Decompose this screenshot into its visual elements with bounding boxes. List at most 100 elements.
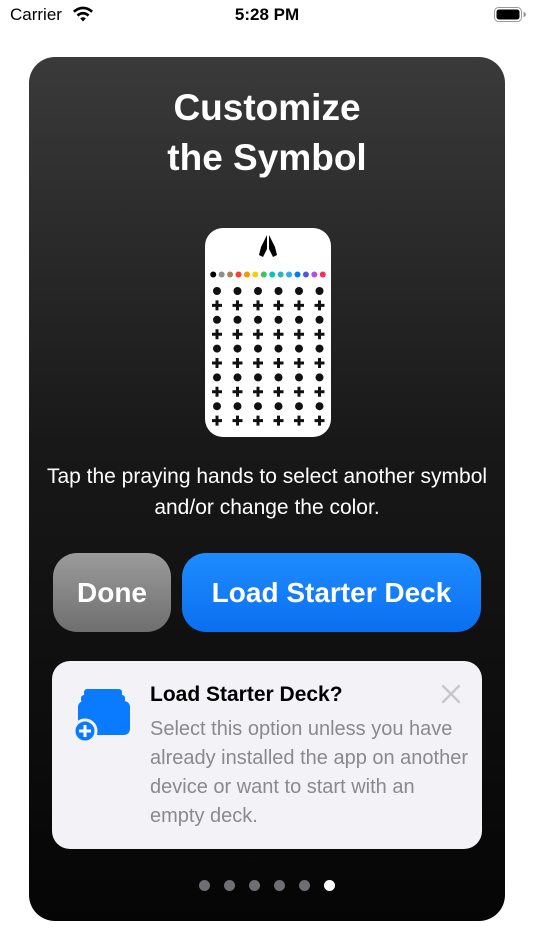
color-swatch (294, 271, 301, 278)
symbol-glyph (253, 358, 263, 368)
color-swatch (235, 271, 242, 278)
symbol-glyph (253, 300, 263, 311)
symbol-glyph (295, 373, 303, 382)
color-palette (210, 271, 326, 278)
symbol-glyph (273, 358, 284, 368)
symbol-glyph (232, 415, 243, 426)
symbol-glyph (232, 300, 243, 311)
symbol-glyph (314, 386, 325, 397)
close-icon[interactable] (440, 683, 462, 705)
symbol-glyph (315, 373, 324, 382)
page-dot[interactable] (224, 880, 235, 891)
symbol-glyph (314, 415, 325, 426)
praying-hands-icon (259, 235, 277, 257)
color-swatch (227, 271, 234, 278)
symbol-glyph (273, 329, 284, 340)
symbol-glyph (254, 315, 262, 324)
symbol-glyph (212, 386, 222, 397)
symbol-glyph (315, 344, 324, 353)
symbol-glyph (294, 358, 304, 368)
color-swatch (311, 271, 318, 278)
symbol-glyph (273, 415, 284, 426)
symbol-glyph (254, 373, 262, 382)
symbol-glyph (253, 386, 263, 397)
tip-popover: Load Starter Deck? Select this option un… (52, 661, 482, 849)
color-swatch (260, 271, 267, 278)
symbol-glyph (233, 402, 242, 411)
done-button[interactable]: Done (53, 553, 171, 632)
symbol-glyph (315, 287, 324, 295)
symbol-glyph (233, 287, 242, 295)
symbol-glyph (212, 415, 222, 426)
color-swatch (269, 271, 276, 278)
symbol-glyph (274, 373, 283, 382)
symbol-glyph (295, 315, 303, 324)
symbol-glyph (294, 386, 304, 397)
symbol-glyph (253, 415, 263, 426)
symbol-glyph (213, 402, 221, 411)
symbol-picker-preview (205, 228, 331, 437)
symbol-glyph (233, 315, 242, 324)
symbol-glyph (314, 358, 325, 368)
color-swatch (302, 271, 309, 278)
color-swatch (210, 271, 217, 278)
page-dot[interactable] (324, 880, 335, 891)
symbol-glyph (294, 415, 304, 426)
status-bar: Carrier 5:28 PM (0, 0, 534, 32)
symbol-glyph (232, 329, 243, 340)
page-indicator[interactable] (29, 880, 505, 891)
symbol-glyph (295, 344, 303, 353)
load-starter-deck-button[interactable]: Load Starter Deck (182, 553, 481, 632)
symbol-glyph (254, 402, 262, 411)
symbol-glyph (213, 315, 221, 324)
symbol-glyph (315, 402, 324, 411)
title-line-1: Customize (173, 87, 361, 128)
symbol-glyph (273, 386, 284, 397)
symbol-glyph (295, 402, 303, 411)
page-dot[interactable] (299, 880, 310, 891)
symbol-glyph (294, 300, 304, 311)
symbol-glyph (314, 300, 325, 311)
page-dot[interactable] (274, 880, 285, 891)
symbol-glyph (213, 373, 221, 382)
stacked-cards-add-icon (72, 689, 130, 743)
page-dot[interactable] (199, 880, 210, 891)
battery-icon (494, 7, 526, 22)
symbol-glyph (274, 344, 283, 353)
symbol-glyph (273, 300, 284, 311)
page-dot[interactable] (249, 880, 260, 891)
symbol-glyph (295, 287, 303, 295)
page-title: Customize the Symbol (29, 83, 505, 183)
symbol-glyph (315, 315, 324, 324)
symbol-glyph (232, 358, 243, 368)
symbol-glyph (314, 329, 325, 340)
symbol-glyph (212, 329, 222, 340)
tip-body: Select this option unless you have alrea… (150, 718, 469, 827)
color-swatch (218, 271, 225, 278)
symbol-glyph (213, 287, 221, 295)
color-swatch (286, 271, 293, 278)
symbol-glyph (212, 358, 222, 368)
tip-title: Load Starter Deck? (150, 683, 343, 706)
symbol-grid (212, 287, 325, 426)
symbol-glyph (254, 287, 262, 295)
title-line-2: the Symbol (167, 137, 367, 178)
symbol-glyph (233, 344, 242, 353)
color-swatch (277, 271, 284, 278)
symbol-glyph (274, 315, 283, 324)
symbol-glyph (233, 373, 242, 382)
symbol-glyph (274, 287, 283, 295)
symbol-glyph (254, 344, 262, 353)
symbol-glyph (213, 344, 221, 353)
clock: 5:28 PM (234, 5, 300, 24)
color-swatch (252, 271, 259, 278)
color-swatch (319, 271, 326, 278)
symbol-glyph (294, 329, 304, 340)
onboarding-card: Customize the Symbol Tap the praying han… (29, 57, 505, 921)
symbol-glyph (232, 386, 243, 397)
color-swatch (243, 271, 250, 278)
symbol-glyph (274, 402, 283, 411)
symbol-glyph (212, 300, 222, 311)
instructions-text: Tap the praying hands to select another … (46, 465, 488, 519)
symbol-glyph (253, 329, 263, 340)
